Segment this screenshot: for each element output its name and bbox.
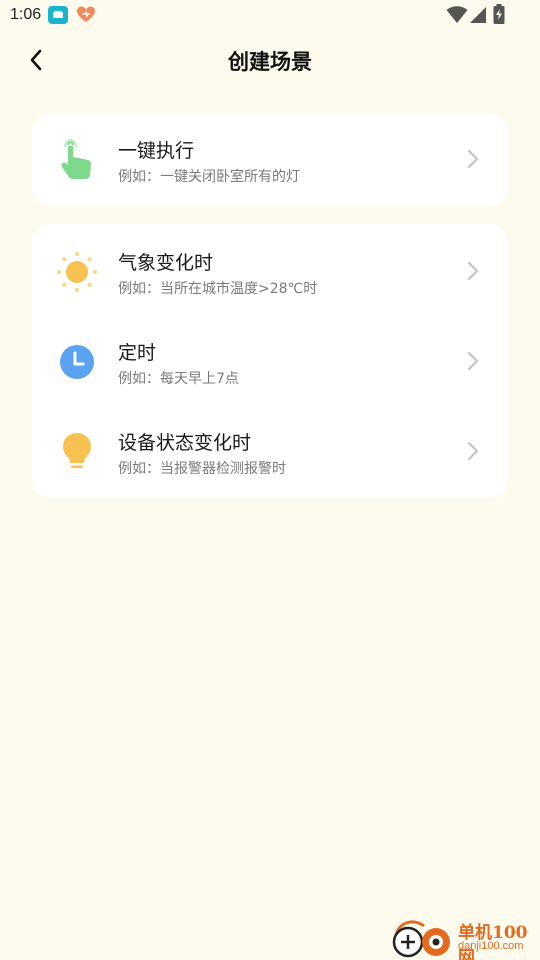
pointing-hand-icon — [56, 139, 98, 181]
app-bar: 创建场景 — [0, 36, 540, 86]
watermark-name: 单机100网 — [458, 923, 528, 960]
row-subtitle: 例如：一键关闭卧室所有的灯 — [118, 169, 300, 185]
row-title: 气象变化时 — [118, 252, 214, 274]
app-notification-heart-icon — [77, 6, 95, 22]
status-time: 1:06 — [10, 6, 42, 23]
watermark-logo-icon — [392, 920, 450, 958]
row-title: 定时 — [118, 342, 157, 364]
chevron-right-icon — [467, 351, 479, 371]
row-weather-change[interactable]: 气象变化时 例如：当所在城市温度>28℃时 — [32, 226, 508, 316]
row-title: 设备状态变化时 — [118, 432, 252, 454]
status-bar: 1:06 — [0, 0, 540, 32]
app-notification-icon — [48, 6, 68, 24]
light-bulb-icon — [56, 431, 98, 473]
battery-charging-icon — [493, 4, 505, 24]
row-title: 一键执行 — [118, 140, 195, 162]
sun-icon — [56, 251, 98, 293]
chevron-right-icon — [467, 441, 479, 461]
watermark-url: danji100.com — [458, 940, 524, 952]
row-timer[interactable]: 定时 例如：每天早上7点 — [32, 316, 508, 406]
row-subtitle: 例如：每天早上7点 — [118, 371, 239, 387]
row-one-tap-execute[interactable]: 一键执行 例如：一键关闭卧室所有的灯 — [32, 114, 508, 204]
page-title: 创建场景 — [228, 50, 312, 74]
row-subtitle: 例如：当所在城市温度>28℃时 — [118, 281, 318, 297]
row-device-state-change[interactable]: 设备状态变化时 例如：当报警器检测报警时 — [32, 406, 508, 496]
clock-icon — [56, 341, 98, 383]
wifi-icon — [446, 6, 468, 23]
chevron-right-icon — [467, 149, 479, 169]
manual-trigger-card: 一键执行 例如：一键关闭卧室所有的灯 — [32, 114, 508, 206]
auto-trigger-card: 气象变化时 例如：当所在城市温度>28℃时 定时 例如：每天早上7点 设备状态变… — [32, 224, 508, 498]
cell-signal-icon — [470, 7, 486, 23]
row-subtitle: 例如：当报警器检测报警时 — [118, 461, 286, 477]
chevron-right-icon — [467, 261, 479, 281]
watermark: 单机100网 danji100.com — [390, 916, 540, 960]
